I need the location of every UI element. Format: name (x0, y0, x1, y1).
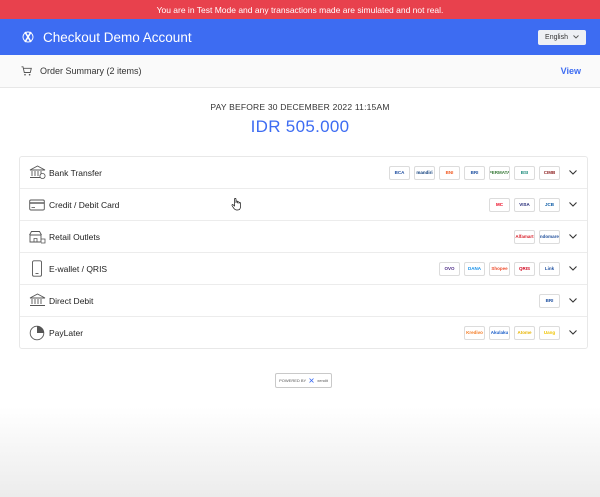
retail-outlet-icon (28, 228, 46, 246)
xendit-brand-text: xendit (317, 378, 328, 383)
test-mode-banner: You are in Test Mode and any transaction… (0, 0, 600, 19)
chevron-down-icon[interactable] (568, 328, 578, 338)
chevron-down-icon[interactable] (568, 200, 578, 210)
account-name: Checkout Demo Account (43, 29, 192, 45)
hand-cursor-icon (231, 197, 243, 211)
payment-method-ewallet[interactable]: E-wallet / QRIS OVO DANA Shopee QRIS Lin… (20, 253, 587, 285)
bank-logos: BCA mandiri BNI BRI PERMATA BSI CIMB (389, 165, 560, 180)
total-amount: IDR 505.000 (250, 117, 350, 136)
paylater-logo: Akulaku (489, 325, 510, 340)
card-logos: MC VISA JCB (489, 197, 560, 212)
card-network-logo: MC (489, 197, 510, 212)
payment-method-label: PayLater (49, 327, 84, 338)
ewallet-logos: OVO DANA Shopee QRIS Link (439, 261, 560, 276)
chevron-down-icon[interactable] (568, 232, 578, 242)
direct-debit-logos: BRI (539, 293, 560, 308)
card-network-logo: JCB (539, 197, 560, 212)
xendit-mark-icon (309, 377, 315, 384)
chevron-down-icon[interactable] (568, 264, 578, 274)
paylater-logo: Atome (514, 325, 535, 340)
ewallet-logo: Shopee (489, 261, 510, 276)
ewallet-logo: QRIS (514, 261, 535, 276)
chevron-down-icon (573, 34, 579, 41)
view-order-link[interactable]: View (561, 66, 581, 76)
xendit-logo-icon (20, 29, 36, 45)
payment-method-direct-debit[interactable]: Direct Debit BRI (20, 285, 587, 317)
retail-logo: Indomaret (539, 229, 560, 244)
payment-method-label: Retail Outlets (49, 231, 101, 242)
direct-debit-icon (28, 292, 46, 310)
payment-method-label: Direct Debit (49, 295, 94, 306)
language-selector[interactable]: English (538, 29, 586, 45)
language-label: English (545, 33, 568, 41)
bank-logo: mandiri (414, 165, 435, 180)
payment-method-label: Bank Transfer (49, 167, 102, 178)
bank-logo: BRI (539, 293, 560, 308)
card-network-logo: VISA (514, 197, 535, 212)
paylater-logos: Kredivo Akulaku Atome Uang (464, 325, 560, 340)
ewallet-logo: OVO (439, 261, 460, 276)
payment-method-bank-transfer[interactable]: Bank Transfer BCA mandiri BNI BRI PERMAT… (20, 157, 587, 189)
bank-logo: BRI (464, 165, 485, 180)
ewallet-logo: Link (539, 261, 560, 276)
credit-card-icon (28, 196, 46, 214)
payment-method-label: E-wallet / QRIS (49, 263, 108, 274)
chevron-down-icon[interactable] (568, 168, 578, 178)
order-summary-label: Order Summary (2 items) (40, 66, 142, 76)
payment-method-paylater[interactable]: PayLater Kredivo Akulaku Atome Uang (20, 317, 587, 348)
bank-icon (28, 164, 46, 182)
payment-method-label: Credit / Debit Card (49, 199, 120, 210)
page-background-gradient (0, 407, 600, 497)
cart-icon (21, 66, 32, 76)
bank-logo: PERMATA (489, 165, 510, 180)
pay-before-deadline: PAY BEFORE 30 DECEMBER 2022 11:15AM (210, 102, 390, 112)
payment-method-credit-card[interactable]: Credit / Debit Card MC VISA JCB (20, 189, 587, 221)
paylater-logo: Kredivo (464, 325, 485, 340)
test-mode-text: You are in Test Mode and any transaction… (156, 4, 444, 15)
bank-logo: BCA (389, 165, 410, 180)
powered-by-label: POWERED BY (279, 378, 307, 383)
chevron-down-icon[interactable] (568, 296, 578, 306)
retail-logos: Alfamart Indomaret (514, 229, 560, 244)
header-bar: Checkout Demo Account English (0, 19, 600, 55)
paylater-logo: Uang (539, 325, 560, 340)
bank-logo: BSI (514, 165, 535, 180)
payment-method-retail-outlets[interactable]: Retail Outlets Alfamart Indomaret (20, 221, 587, 253)
retail-logo: Alfamart (514, 229, 535, 244)
powered-by-badge[interactable]: POWERED BY xendit (275, 373, 332, 388)
payment-methods-list: Bank Transfer BCA mandiri BNI BRI PERMAT… (19, 156, 588, 349)
ewallet-logo: DANA (464, 261, 485, 276)
ewallet-icon (28, 260, 46, 278)
bank-logo: BNI (439, 165, 460, 180)
order-summary-bar[interactable]: Order Summary (2 items) View (0, 55, 600, 88)
bank-logo: CIMB (539, 165, 560, 180)
paylater-icon (28, 324, 46, 342)
